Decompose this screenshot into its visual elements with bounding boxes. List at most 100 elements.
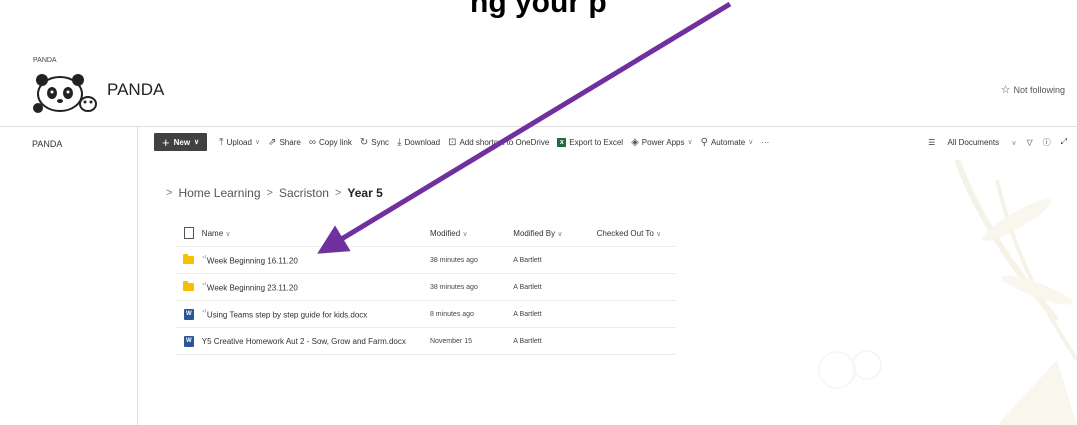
table-row[interactable]: W Y5 Creative Homework Aut 2 - Sow, Grow… (176, 328, 676, 355)
panda-logo (33, 74, 97, 113)
shortcut-icon: ⊡ (448, 136, 457, 148)
document-icon (183, 227, 194, 239)
star-icon: ☆ (1000, 84, 1011, 96)
name-header-label: Name (201, 228, 224, 238)
plus-icon: + (162, 134, 170, 150)
left-navigation: PANDA (0, 126, 138, 425)
table-header: Name ∨ Modified ∨ Modified By ∨ Checked … (176, 220, 676, 247)
item-name-link[interactable]: Using Teams step by step guide for kids.… (207, 310, 367, 319)
chevron-down-icon: ∨ (225, 230, 231, 238)
site-title[interactable]: PANDA (107, 80, 164, 100)
upload-icon: ⤒ (219, 136, 224, 148)
folder-icon (183, 281, 195, 291)
chevron-down-icon: ∨ (687, 139, 693, 146)
download-label: Download (404, 137, 441, 147)
modified-by-header-label: Modified By (513, 228, 556, 238)
table-row[interactable]: ⁺ˡWeek Beginning 23.11.20 38 minutes ago… (176, 274, 676, 301)
automate-icon: ⚲ (700, 136, 708, 148)
expand-icon[interactable]: ⤢ (1061, 137, 1067, 147)
modified-by-cell[interactable]: A Bartlett (513, 284, 596, 291)
ellipsis-icon: ··· (761, 137, 770, 147)
header-divider (0, 126, 1077, 127)
export-excel-label: Export to Excel (569, 137, 624, 147)
item-name-link[interactable]: Week Beginning 23.11.20 (207, 283, 298, 292)
table-row[interactable]: W ⁺ˡUsing Teams step by step guide for k… (176, 301, 676, 328)
modified-by-cell[interactable]: A Bartlett (513, 311, 596, 318)
breadcrumb-chevron-icon: > (266, 187, 273, 199)
share-icon: ⇗ (268, 136, 277, 148)
copy-link-button[interactable]: ∞ Copy link (309, 137, 352, 148)
share-label: Share (279, 137, 301, 147)
filter-icon[interactable]: ▽ (1026, 138, 1032, 147)
chevron-down-icon: ∨ (254, 139, 261, 146)
more-actions-button[interactable]: ··· (761, 138, 769, 147)
add-shortcut-label: Add shortcut to OneDrive (459, 137, 550, 147)
follow-button[interactable]: ☆ Not following (1001, 83, 1065, 96)
power-apps-button[interactable]: ◈ Power Apps ∨ (631, 137, 693, 148)
item-name-link[interactable]: Y5 Creative Homework Aut 2 - Sow, Grow a… (202, 337, 406, 346)
breadcrumb-item-sacriston[interactable]: Sacriston (279, 186, 329, 200)
download-button[interactable]: ⤓ Download (397, 137, 440, 148)
sync-label: Sync (371, 137, 390, 147)
annotation-arrow-line (317, 1, 732, 254)
automate-label: Automate (710, 137, 746, 147)
view-selector[interactable]: ☰ All Documents ∨ (918, 138, 1016, 147)
chevron-down-icon: ∨ (462, 230, 468, 238)
chevron-down-icon: ∨ (748, 139, 754, 146)
chevron-down-icon: ∨ (194, 139, 200, 146)
new-button[interactable]: + New ∨ (154, 133, 208, 151)
item-name-link[interactable]: Week Beginning 16.11.20 (207, 256, 298, 265)
link-icon: ∞ (308, 136, 316, 148)
modified-cell: 8 minutes ago (429, 310, 474, 318)
sync-icon: ↻ (359, 136, 369, 148)
new-button-label: New (173, 137, 191, 147)
modified-by-cell[interactable]: A Bartlett (513, 338, 596, 345)
checked-out-column-header[interactable]: Checked Out To ∨ (597, 229, 676, 238)
upload-label: Upload (226, 137, 252, 147)
sync-button[interactable]: ↻ Sync (360, 137, 389, 148)
powerapps-icon: ◈ (631, 136, 639, 148)
automate-button[interactable]: ⚲ Automate ∨ (701, 137, 754, 148)
download-icon: ⤓ (397, 136, 402, 148)
word-doc-icon: W (183, 308, 194, 320)
chevron-down-icon: ∨ (656, 230, 662, 238)
new-item-icon: ⁺ˡ (201, 282, 206, 289)
share-button[interactable]: ⇗ Share (268, 137, 301, 148)
modified-cell: 38 minutes ago (429, 256, 478, 264)
folder-icon (183, 254, 195, 264)
nav-item-panda[interactable]: PANDA (32, 139, 62, 149)
upload-button[interactable]: ⤒ Upload ∨ (219, 137, 260, 148)
table-row[interactable]: ⁺ˡWeek Beginning 16.11.20 38 minutes ago… (176, 247, 676, 274)
copy-link-label: Copy link (318, 137, 352, 147)
modified-header-label: Modified (429, 228, 461, 238)
word-doc-icon: W (183, 335, 194, 347)
breadcrumb-chevron-icon: > (166, 187, 173, 199)
checked-out-header-label: Checked Out To (596, 228, 654, 238)
new-item-icon: ⁺ˡ (201, 309, 206, 316)
name-column-header[interactable]: Name ∨ (202, 229, 430, 238)
chevron-down-icon: ∨ (1011, 139, 1017, 147)
add-shortcut-button[interactable]: ⊡ Add shortcut to OneDrive (448, 137, 549, 148)
command-bar: + New ∨ ⤒ Upload ∨ ⇗ Share ∞ Copy link ↻ Sync… (154, 132, 1067, 152)
breadcrumb-current: Year 5 (347, 186, 383, 200)
power-apps-label: Power Apps (641, 137, 685, 147)
export-excel-button[interactable]: x Export to Excel (557, 137, 624, 147)
file-type-header[interactable] (176, 227, 202, 239)
modified-cell: 38 minutes ago (429, 283, 478, 291)
modified-column-header[interactable]: Modified ∨ (430, 229, 513, 238)
cropped-caption-text: ng your p (470, 0, 607, 19)
modified-cell: November 15 (429, 337, 472, 345)
document-library-table: Name ∨ Modified ∨ Modified By ∨ Checked … (176, 220, 676, 355)
background-decoration (818, 160, 1077, 425)
info-icon[interactable]: ⓘ (1043, 137, 1051, 148)
chevron-down-icon: ∨ (557, 230, 563, 238)
modified-by-column-header[interactable]: Modified By ∨ (513, 229, 596, 238)
view-list-icon: ☰ (928, 137, 936, 147)
breadcrumb: > Home Learning > Sacriston > Year 5 (160, 186, 383, 200)
breadcrumb-item-home-learning[interactable]: Home Learning (178, 186, 260, 200)
follow-label: Not following (1013, 85, 1065, 95)
view-label: All Documents (947, 137, 1000, 147)
modified-by-cell[interactable]: A Bartlett (513, 257, 596, 264)
site-small-label: PANDA (33, 57, 57, 64)
excel-icon: x (557, 137, 567, 147)
